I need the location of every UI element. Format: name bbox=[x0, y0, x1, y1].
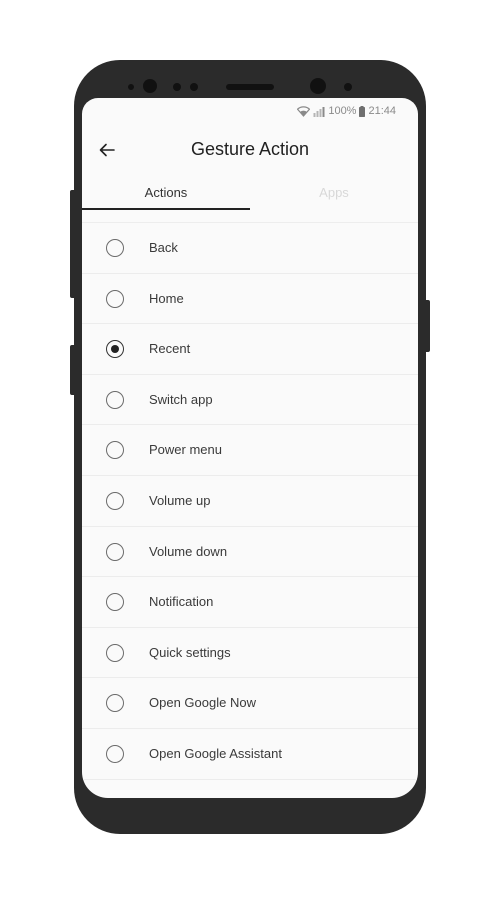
sensor bbox=[344, 83, 352, 91]
battery-percent: 100% bbox=[328, 105, 357, 117]
action-option[interactable]: Volume up bbox=[82, 476, 418, 527]
status-icons: 100% 21:44 bbox=[297, 105, 396, 117]
radio-button[interactable] bbox=[106, 239, 124, 257]
tab-apps[interactable]: Apps bbox=[250, 178, 418, 210]
sensor bbox=[190, 83, 198, 91]
action-label: Back bbox=[149, 240, 178, 255]
action-option[interactable]: Recent bbox=[82, 324, 418, 375]
status-bar: 100% 21:44 bbox=[82, 98, 418, 126]
action-list: Back Home Recent Switch app Power menu Volume… bbox=[82, 223, 418, 780]
action-option[interactable]: Volume down bbox=[82, 527, 418, 578]
action-option[interactable]: Back bbox=[82, 223, 418, 274]
earpiece-speaker bbox=[226, 84, 274, 90]
action-label: Recent bbox=[149, 341, 191, 357]
radio-button[interactable] bbox=[106, 542, 124, 561]
action-option[interactable]: Switch app bbox=[82, 375, 418, 426]
tab-indicator bbox=[82, 208, 250, 210]
radio-button-checked[interactable] bbox=[106, 340, 124, 359]
sensor bbox=[173, 83, 181, 91]
radio-button[interactable] bbox=[106, 441, 124, 460]
action-option[interactable]: Open Google Now bbox=[82, 678, 418, 729]
action-label: Notification bbox=[149, 594, 214, 610]
sensor bbox=[143, 79, 157, 93]
screen: 100% 21:44 Gesture Action Actions Apps B… bbox=[82, 98, 418, 798]
action-option[interactable]: Open Google Assistant bbox=[82, 729, 418, 780]
page: 100% 21:44 Gesture Action Actions Apps B… bbox=[0, 0, 499, 900]
radio-button[interactable] bbox=[106, 593, 124, 612]
radio-button[interactable] bbox=[106, 694, 124, 713]
action-label: Switch app bbox=[149, 391, 213, 407]
action-option[interactable]: Power menu bbox=[82, 425, 418, 476]
clock: 21:44 bbox=[368, 105, 396, 117]
action-option[interactable]: Notification bbox=[82, 577, 418, 628]
signal-icon bbox=[313, 106, 325, 117]
radio-button[interactable] bbox=[106, 744, 124, 763]
app-bar: Gesture Action bbox=[82, 126, 418, 174]
action-option[interactable]: Quick settings bbox=[82, 628, 418, 679]
radio-button[interactable] bbox=[106, 289, 124, 308]
action-label: Open Google Assistant bbox=[149, 745, 282, 761]
radio-button[interactable] bbox=[106, 390, 124, 409]
sensor bbox=[128, 84, 134, 90]
action-label: Power menu bbox=[149, 442, 222, 458]
action-option[interactable]: Home bbox=[82, 274, 418, 325]
wifi-icon bbox=[297, 105, 311, 117]
action-label: Home bbox=[149, 290, 184, 306]
tab-bar: Actions Apps bbox=[82, 178, 418, 210]
action-label: Quick settings bbox=[149, 644, 231, 660]
front-camera bbox=[310, 78, 326, 94]
page-title: Gesture Action bbox=[190, 139, 310, 159]
battery-icon bbox=[359, 105, 366, 117]
radio-button[interactable] bbox=[106, 491, 124, 510]
tab-actions[interactable]: Actions bbox=[82, 178, 250, 210]
radio-dot bbox=[110, 344, 119, 353]
action-label: Open Google Now bbox=[149, 695, 256, 711]
radio-button[interactable] bbox=[106, 643, 124, 662]
action-label: Volume up bbox=[149, 492, 211, 508]
action-label: Volume down bbox=[149, 543, 228, 559]
